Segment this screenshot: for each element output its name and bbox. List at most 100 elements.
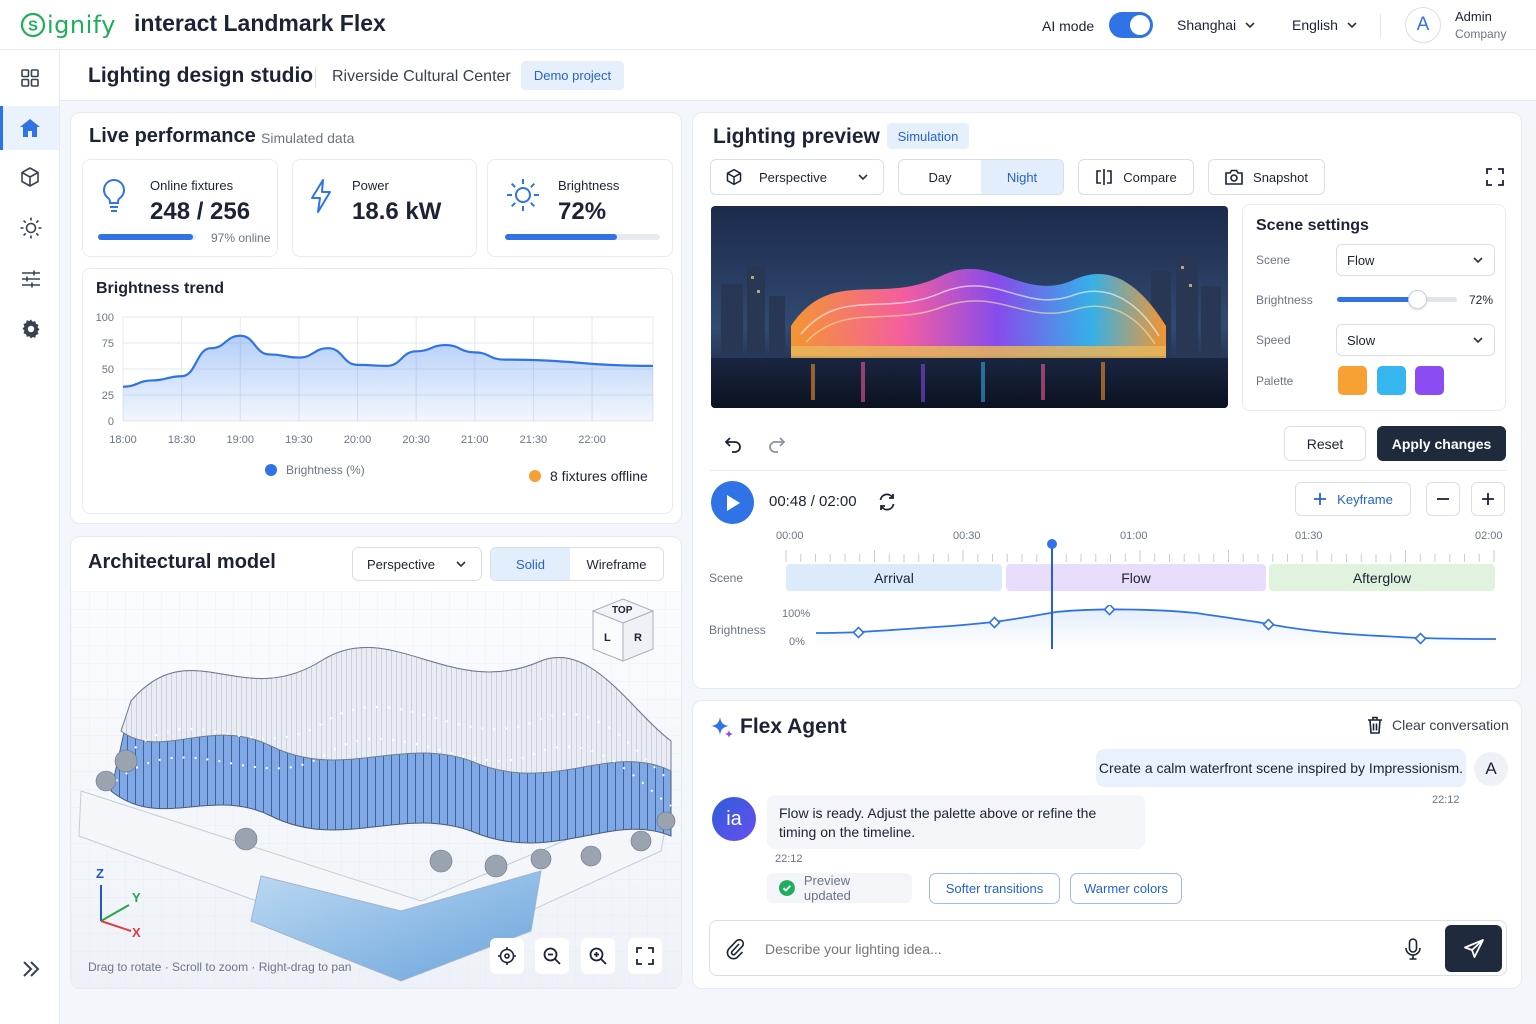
signify-s-icon: S: [20, 12, 46, 38]
preview-fullscreen-button[interactable]: [1478, 160, 1512, 194]
model-fullscreen-button[interactable]: [628, 938, 662, 974]
brightness-trend-chart: 0 25 50 75 100 18:00 18:30 19:00 19:30 20:00 20:30…: [96, 312, 654, 446]
sliders-icon: [22, 270, 40, 288]
ai-mode-toggle[interactable]: [1109, 12, 1153, 38]
kpi-brightness: Brightness 72%: [487, 159, 673, 257]
sidebar-item-apps[interactable]: [18, 66, 42, 90]
speed-select[interactable]: Slow: [1336, 324, 1495, 356]
slider-knob[interactable]: [1408, 290, 1428, 309]
reset-button[interactable]: Reset: [1284, 426, 1366, 461]
undo-button[interactable]: [716, 426, 750, 460]
play-button[interactable]: [711, 481, 754, 524]
preview-view-select[interactable]: Perspective: [710, 159, 884, 195]
wireframe-mode-button[interactable]: Wireframe: [570, 548, 663, 580]
y-tick-label: 50: [102, 364, 114, 376]
playhead[interactable]: [1047, 539, 1057, 649]
check-circle-icon: [779, 880, 795, 896]
fullscreen-icon: [1486, 168, 1504, 186]
palette-swatch-3[interactable]: [1415, 366, 1444, 395]
brightness-slider[interactable]: [1337, 290, 1457, 309]
kpi-power: Power 18.6 kW: [292, 159, 477, 257]
compare-button[interactable]: Compare: [1078, 159, 1194, 195]
attach-button[interactable]: [718, 932, 752, 966]
plus-icon: [1314, 493, 1327, 505]
offline-indicator[interactable]: 8 fixtures offline: [529, 468, 648, 484]
divider: [315, 67, 316, 87]
add-keyframe-button[interactable]: Keyframe: [1295, 482, 1411, 516]
undo-icon: [724, 437, 741, 453]
gear-icon: [22, 319, 40, 339]
model-view-select[interactable]: Perspective: [352, 547, 482, 581]
playhead-handle[interactable]: [1047, 539, 1057, 549]
simulation-badge: Simulation: [887, 123, 969, 149]
kpi-label: Power: [352, 178, 389, 193]
snapshot-button[interactable]: Snapshot: [1208, 159, 1325, 195]
location-select[interactable]: Shanghai: [1177, 17, 1256, 33]
timeline-tick-1: 00:30: [953, 530, 981, 542]
sidebar-expand[interactable]: [20, 958, 44, 982]
kpi-label: Online fixtures: [150, 178, 234, 193]
segment-flow[interactable]: Flow: [1006, 564, 1266, 591]
view-cube[interactable]: TOP L R: [591, 597, 655, 663]
chevron-down-icon: [858, 174, 868, 181]
viewport-hint: Drag to rotate · Scroll to zoom · Right-…: [88, 960, 352, 974]
architectural-model-card: Architectural model Perspective Solid Wi…: [70, 536, 682, 989]
timeline-tick-0: 00:00: [776, 530, 804, 542]
solid-mode-button[interactable]: Solid: [491, 548, 570, 580]
suggestion-softer-transitions[interactable]: Softer transitions: [929, 873, 1060, 904]
zoom-in-button[interactable]: [581, 938, 615, 974]
zoom-out-icon: [543, 947, 561, 965]
user-message-time: 22:12: [1432, 794, 1460, 806]
segment-afterglow[interactable]: Afterglow: [1269, 564, 1495, 591]
loop-button[interactable]: [870, 485, 904, 519]
brightness-track-label: Brightness: [709, 623, 766, 637]
brightness-trend-panel: Brightness trend 0 25 50 75 100 18:00 18:30 19:…: [82, 268, 673, 514]
paperclip-icon: [726, 938, 745, 960]
zoom-out-button[interactable]: [535, 938, 569, 974]
sidebar-item-lighting[interactable]: [19, 216, 43, 240]
brightness-curve[interactable]: [816, 605, 1496, 649]
location-value: Shanghai: [1177, 17, 1237, 33]
day-button[interactable]: Day: [899, 160, 981, 194]
palette-swatch-2[interactable]: [1377, 366, 1406, 395]
trash-icon: [1368, 716, 1382, 734]
sidebar-item-controls[interactable]: [20, 268, 44, 292]
redo-button[interactable]: [760, 426, 794, 460]
x-tick-label: 21:30: [520, 434, 548, 446]
brightness-max-label: 100%: [782, 608, 811, 620]
night-button[interactable]: Night: [981, 160, 1063, 194]
language-select[interactable]: English: [1292, 17, 1358, 33]
chart-legend: Brightness (%): [265, 463, 365, 477]
apply-changes-button[interactable]: Apply changes: [1377, 426, 1506, 461]
sidebar-item-home[interactable]: [0, 106, 59, 150]
section-title: Lighting preview: [713, 125, 880, 148]
timeline-zoom-in-button[interactable]: [1471, 482, 1505, 516]
legend-label: Brightness (%): [286, 463, 365, 477]
brightness-progress-track: [505, 234, 660, 240]
active-indicator: [0, 106, 3, 150]
clear-conversation-button[interactable]: Clear conversation: [1367, 716, 1509, 734]
brand-logo[interactable]: S ignify: [20, 10, 116, 40]
sidebar-item-models[interactable]: [19, 166, 43, 190]
send-button[interactable]: [1445, 925, 1502, 972]
segment-arrival[interactable]: Arrival: [786, 564, 1002, 591]
microphone-button[interactable]: [1396, 932, 1430, 966]
timeline-zoom-out-button[interactable]: [1426, 482, 1460, 516]
recenter-button[interactable]: [490, 938, 524, 974]
chevron-down-icon: [1473, 337, 1483, 344]
status-label: Preview updated: [803, 873, 851, 903]
chevron-down-icon: [1245, 22, 1255, 29]
palette-swatch-1[interactable]: [1338, 366, 1367, 395]
plus-icon: [1482, 493, 1494, 505]
night-render-image: [711, 206, 1228, 408]
suggestion-warmer-colors[interactable]: Warmer colors: [1070, 873, 1182, 904]
x-tick-label: 20:00: [344, 434, 372, 446]
scene-select[interactable]: Flow: [1336, 244, 1495, 276]
chat-input[interactable]: [765, 933, 1385, 965]
view-value: Perspective: [367, 556, 435, 572]
chevron-down-icon: [1347, 22, 1357, 29]
scene-value: Flow: [1347, 252, 1375, 268]
sidebar-item-settings[interactable]: [20, 318, 44, 342]
user-avatar[interactable]: A: [1405, 7, 1441, 43]
axis-x-label: X: [132, 925, 141, 940]
